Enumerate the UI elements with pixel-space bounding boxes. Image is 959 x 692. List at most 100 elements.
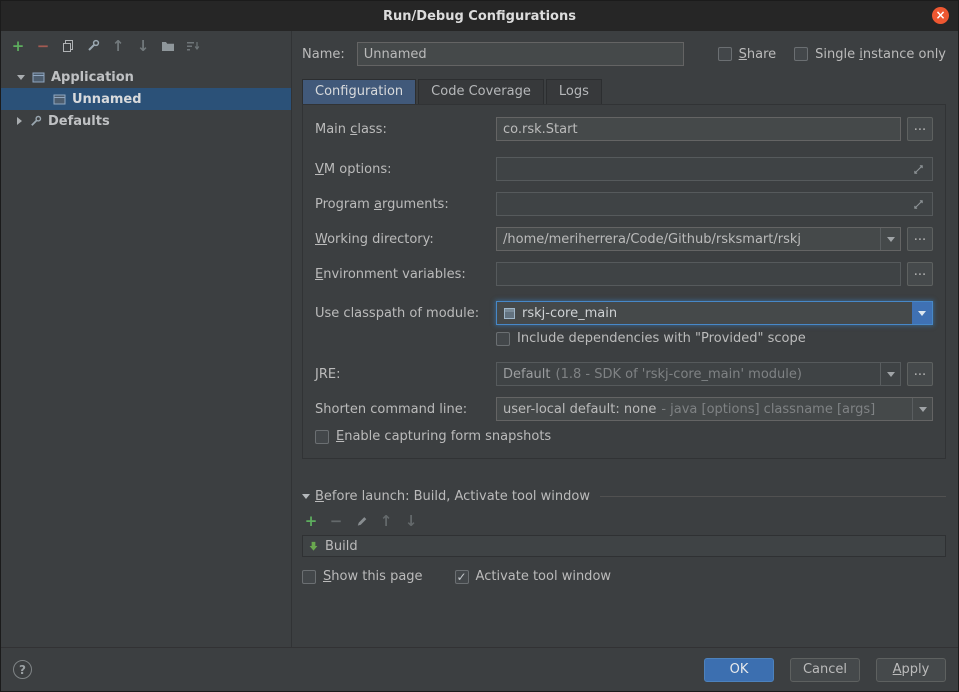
jre-combo[interactable]: Default (1.8 - SDK of 'rskj-core_main' m… xyxy=(496,362,901,386)
cancel-button[interactable]: Cancel xyxy=(790,658,860,682)
before-launch-options-row: Show this page ✓ Activate tool window xyxy=(302,569,946,584)
include-provided-checkbox[interactable] xyxy=(496,332,510,346)
share-checkbox[interactable] xyxy=(718,47,732,61)
tree-node-label: Unnamed xyxy=(72,92,142,107)
environment-variables-label: Environment variables: xyxy=(315,267,496,282)
working-directory-label: Working directory: xyxy=(315,232,496,247)
include-provided-label: Include dependencies with "Provided" sco… xyxy=(517,331,806,346)
main-class-label: Main class: xyxy=(315,122,496,137)
shorten-command-line-combo[interactable]: user-local default: none - java [options… xyxy=(496,397,933,421)
tree-node-unnamed[interactable]: Unnamed xyxy=(1,88,291,110)
apply-button[interactable]: Apply xyxy=(876,658,946,682)
before-launch-item-build[interactable]: Build xyxy=(303,536,945,556)
edit-defaults-button[interactable] xyxy=(84,37,102,55)
remove-configuration-button[interactable]: − xyxy=(34,37,52,55)
shorten-command-line-dropdown-button[interactable] xyxy=(912,398,932,420)
jre-label: JRE: xyxy=(315,367,496,382)
single-instance-group: Single instance only xyxy=(794,47,946,62)
main-class-browse-button[interactable]: ... xyxy=(907,117,933,141)
single-instance-checkbox[interactable] xyxy=(794,47,808,61)
move-task-down-button[interactable]: ↓ xyxy=(402,512,420,530)
separator-line xyxy=(600,496,946,497)
activate-tool-window-checkbox[interactable]: ✓ xyxy=(455,570,469,584)
tree-node-label: Application xyxy=(51,70,134,85)
chevron-down-icon xyxy=(918,311,926,316)
shorten-command-line-label: Shorten command line: xyxy=(315,402,496,417)
environment-variables-row: Environment variables: ... xyxy=(315,262,933,286)
ok-button[interactable]: OK xyxy=(704,658,774,682)
show-this-page-checkbox[interactable] xyxy=(302,570,316,584)
tree-toolbar: + − ↑ ↓ xyxy=(1,31,291,61)
expand-editor-icon[interactable] xyxy=(913,199,926,210)
enable-capturing-checkbox[interactable] xyxy=(315,430,329,444)
collapsed-arrow-icon[interactable] xyxy=(17,117,22,125)
working-directory-row: Working directory: /home/meriherrera/Cod… xyxy=(315,227,933,251)
before-launch-item-label: Build xyxy=(325,539,358,554)
enable-capturing-label: Enable capturing form snapshots xyxy=(336,429,551,444)
chevron-down-icon xyxy=(887,237,895,242)
jre-value-detail: (1.8 - SDK of 'rskj-core_main' module) xyxy=(556,367,802,382)
check-icon: ✓ xyxy=(457,571,467,583)
jre-browse-button[interactable]: ... xyxy=(907,362,933,386)
classpath-module-dropdown-button[interactable] xyxy=(912,302,932,324)
classpath-module-value: rskj-core_main xyxy=(522,306,617,321)
module-icon xyxy=(503,307,516,320)
before-launch-toolbar: + − ↑ ↓ xyxy=(302,505,946,533)
name-input[interactable] xyxy=(357,42,684,66)
tree-node-label: Defaults xyxy=(48,114,110,129)
tab-configuration[interactable]: Configuration xyxy=(302,79,416,104)
dialog-footer: ? OK Cancel Apply xyxy=(1,647,958,691)
jre-dropdown-button[interactable] xyxy=(880,363,900,385)
expanded-arrow-icon[interactable] xyxy=(17,75,25,80)
add-configuration-button[interactable]: + xyxy=(9,37,27,55)
tab-logs[interactable]: Logs xyxy=(546,79,602,104)
vm-options-input[interactable] xyxy=(496,157,933,181)
application-config-icon xyxy=(53,93,66,106)
application-config-icon xyxy=(32,71,45,84)
environment-variables-browse-button[interactable]: ... xyxy=(907,262,933,286)
before-launch-title: Before launch: Build, Activate tool wind… xyxy=(315,489,590,504)
remove-task-button[interactable]: − xyxy=(327,512,345,530)
chevron-down-icon xyxy=(887,372,895,377)
working-directory-browse-button[interactable]: ... xyxy=(907,227,933,251)
activate-tool-window-label: Activate tool window xyxy=(476,569,611,584)
expand-editor-icon[interactable] xyxy=(913,164,926,175)
jre-row: JRE: Default (1.8 - SDK of 'rskj-core_ma… xyxy=(315,362,933,386)
working-directory-combo[interactable]: /home/meriherrera/Code/Github/rsksmart/r… xyxy=(496,227,901,251)
classpath-module-combo[interactable]: rskj-core_main xyxy=(496,301,933,325)
config-editor-panel: Name: Share Single instance only Configu… xyxy=(292,31,958,647)
add-task-button[interactable]: + xyxy=(302,512,320,530)
program-arguments-input[interactable] xyxy=(496,192,933,216)
before-launch-list: Build xyxy=(302,535,946,557)
move-up-button[interactable]: ↑ xyxy=(109,37,127,55)
collapse-section-icon[interactable] xyxy=(302,494,310,499)
environment-variables-input[interactable] xyxy=(496,262,901,286)
close-button[interactable]: × xyxy=(932,7,949,24)
window-title: Run/Debug Configurations xyxy=(383,9,576,24)
tree-node-defaults[interactable]: Defaults xyxy=(1,110,291,132)
shorten-command-line-detail: - java [options] classname [args] xyxy=(661,402,875,417)
include-provided-row: Include dependencies with "Provided" sco… xyxy=(496,331,933,346)
chevron-down-icon xyxy=(919,407,927,412)
create-folder-button[interactable] xyxy=(159,37,177,55)
shorten-command-line-value: user-local default: none xyxy=(503,402,656,417)
tree-node-application[interactable]: Application xyxy=(1,66,291,88)
move-task-up-button[interactable]: ↑ xyxy=(377,512,395,530)
vm-options-label: VM options: xyxy=(315,162,496,177)
configuration-tab-panel: Main class: ... VM options: Program argu xyxy=(302,104,946,459)
copy-configuration-button[interactable] xyxy=(59,37,77,55)
program-arguments-label: Program arguments: xyxy=(315,197,496,212)
working-directory-value: /home/meriherrera/Code/Github/rsksmart/r… xyxy=(503,232,801,247)
tab-code-coverage[interactable]: Code Coverage xyxy=(418,79,544,104)
use-classpath-label: Use classpath of module: xyxy=(315,306,496,321)
tab-bar: Configuration Code Coverage Logs xyxy=(302,79,946,104)
use-classpath-row: Use classpath of module: rskj-core_main xyxy=(315,301,933,325)
working-directory-dropdown-button[interactable] xyxy=(880,228,900,250)
move-down-button[interactable]: ↓ xyxy=(134,37,152,55)
sort-configurations-button[interactable] xyxy=(184,37,202,55)
edit-task-button[interactable] xyxy=(352,512,370,530)
titlebar[interactable]: Run/Debug Configurations × xyxy=(1,1,958,31)
help-button[interactable]: ? xyxy=(13,660,32,679)
main-class-input[interactable] xyxy=(496,117,901,141)
name-row: Name: Share Single instance only xyxy=(302,41,946,67)
